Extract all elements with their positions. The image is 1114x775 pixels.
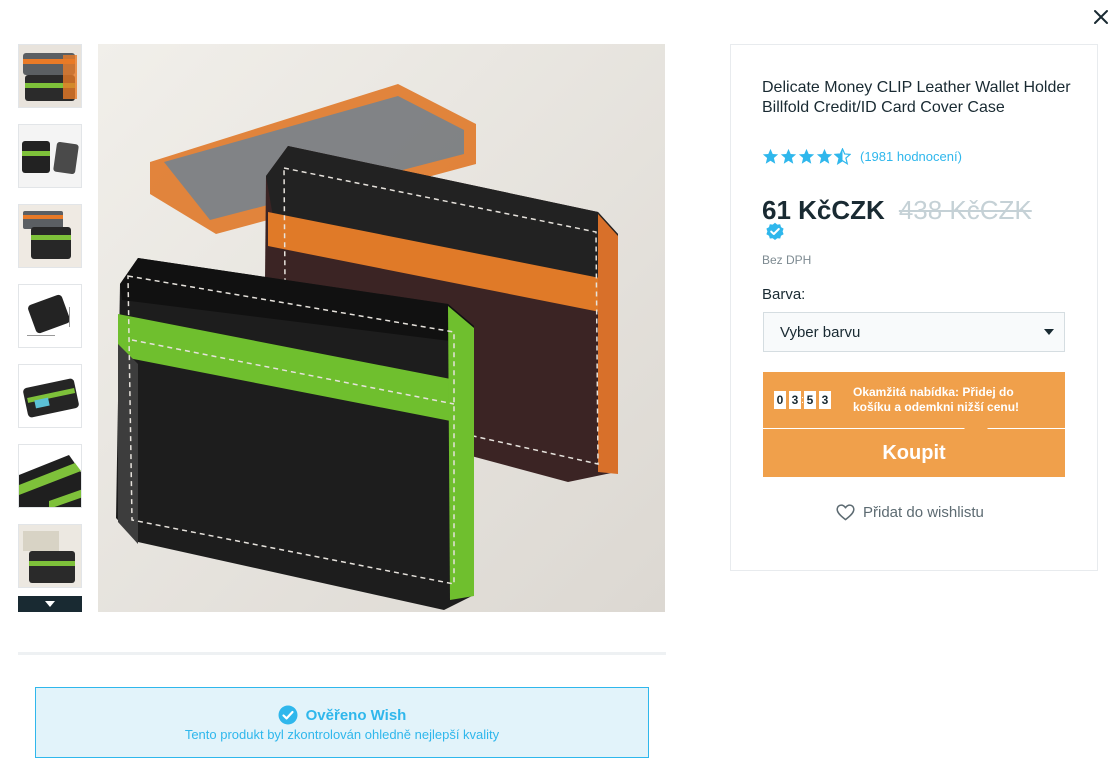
countdown-digit: 0 [774,391,786,409]
verified-title: Ověřeno Wish [305,706,407,724]
verified-banner: Ověřeno Wish Tento produkt byl zkontrolo… [35,687,649,758]
rating-stars [762,147,851,165]
star-icon [762,148,779,164]
wallet-thumb-2 [19,125,81,187]
offer-notch [964,428,988,440]
rating-count[interactable]: (1981 hodnocení) [860,149,962,164]
offer-text: Okamžitá nabídka: Přidej do košíku a ode… [853,385,1020,414]
color-label: Barva: [762,286,806,303]
price-row: 61 KčCZK 438 KčCZK [762,195,1032,226]
divider [18,652,666,655]
color-select-value: Vyber barvu [780,324,861,341]
thumbnail-6[interactable] [18,444,82,508]
wishlist-label: Přidat do wishlistu [863,504,984,521]
thumbnail-3[interactable] [18,204,82,268]
countdown-timer: 0 3 : 5 3 [774,391,831,409]
thumbnail-4[interactable] [18,284,82,348]
purchase-panel: Delicate Money CLIP Leather Wallet Holde… [730,44,1098,571]
heart-icon [836,504,855,521]
thumbnail-7[interactable] [18,524,82,588]
wallet-thumb-5 [19,365,81,427]
buy-button-label: Koupit [882,441,946,464]
thumbnail-2[interactable] [18,124,82,188]
countdown-digit: 5 [804,391,816,409]
buy-button[interactable]: Koupit [763,429,1065,477]
wallet-thumb-6 [19,445,81,507]
close-button[interactable] [1089,5,1113,29]
wallet-photo [98,44,665,612]
add-to-wishlist-button[interactable]: Přidat do wishlistu [836,504,984,521]
color-select[interactable]: Vyber barvu [763,312,1065,352]
star-icon [798,148,815,164]
verified-subtitle: Tento produkt byl zkontrolován ohledně n… [184,727,500,742]
wallet-thumb-3 [19,205,81,267]
caret-down-icon [1044,329,1054,335]
product-rating[interactable]: (1981 hodnocení) [762,146,962,166]
price-old: 438 KčCZK [898,195,1032,225]
wallet-thumb-7 [19,525,81,587]
thumbnail-strip [18,44,82,612]
thumbnail-1[interactable] [18,44,82,108]
half-star-icon [834,147,851,165]
countdown-digit: 3 [789,391,801,409]
star-icon [816,148,833,164]
chevron-down-icon [45,601,55,607]
thumbnail-scroll-down[interactable] [18,596,82,612]
wallet-thumb-1 [19,45,81,107]
verified-check-icon [278,705,298,725]
instant-offer-banner: 0 3 : 5 3 Okamžitá nabídka: Přidej do ko… [763,372,1065,428]
wallet-thumb-4 [19,285,81,347]
verified-badge-icon [766,222,784,240]
product-title: Delicate Money CLIP Leather Wallet Holde… [762,79,1071,116]
vat-note: Bez DPH [762,253,812,267]
star-icon [780,148,797,164]
main-product-image[interactable] [98,44,665,612]
countdown-digit: 3 [819,391,831,409]
thumbnail-5[interactable] [18,364,82,428]
close-icon [1094,10,1108,24]
